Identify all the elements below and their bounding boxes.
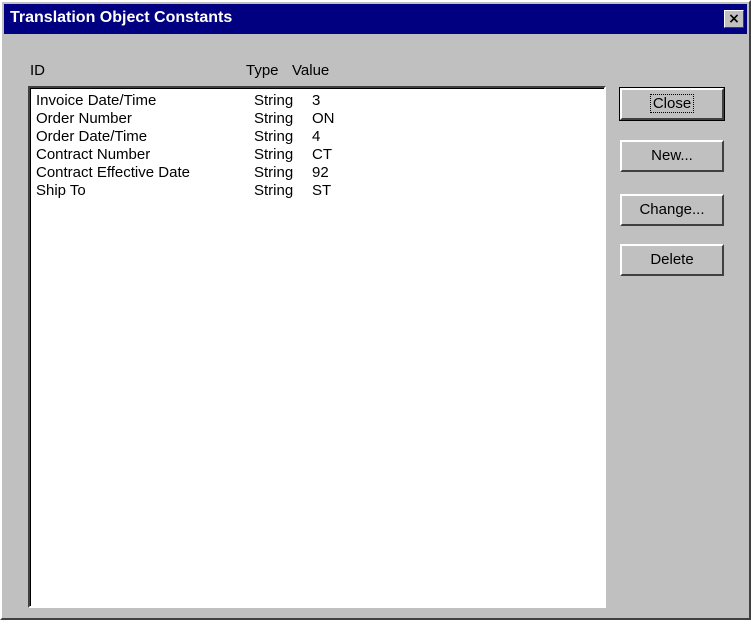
constant-value: ST	[312, 182, 332, 199]
list-item[interactable]: Ship To String ST	[36, 182, 596, 200]
delete-button[interactable]: Delete	[620, 244, 724, 276]
constant-type: String	[254, 128, 294, 145]
window-title: Translation Object Constants	[10, 9, 233, 26]
constant-value: 4	[312, 128, 321, 145]
constant-id: Contract Number	[36, 146, 151, 163]
constant-type: String	[254, 92, 294, 109]
new-button-label: New...	[651, 147, 693, 164]
constant-value: CT	[312, 146, 332, 163]
constant-value: ON	[312, 110, 335, 127]
constant-value: 3	[312, 92, 321, 109]
constant-type: String	[254, 110, 294, 127]
constant-id: Invoice Date/Time	[36, 92, 157, 109]
new-button[interactable]: New...	[620, 140, 724, 172]
constant-type: String	[254, 164, 294, 181]
change-button[interactable]: Change...	[620, 194, 724, 226]
close-icon[interactable]: ×	[724, 10, 744, 28]
list-item[interactable]: Invoice Date/Time String 3	[36, 92, 596, 110]
column-header-type: Type	[246, 62, 279, 79]
constant-id: Contract Effective Date	[36, 164, 190, 181]
constant-value: 92	[312, 164, 329, 181]
change-button-label: Change...	[639, 201, 705, 218]
constant-id: Order Date/Time	[36, 128, 148, 145]
constant-id: Order Number	[36, 110, 132, 127]
column-header-value: Value	[292, 62, 330, 79]
list-item[interactable]: Order Date/Time String 4	[36, 128, 596, 146]
constant-type: String	[254, 182, 294, 199]
title-bar[interactable]: Translation Object Constants ×	[4, 4, 747, 34]
list-item[interactable]: Contract Effective Date String 92	[36, 164, 596, 182]
delete-button-label: Delete	[650, 251, 694, 268]
translation-object-constants-dialog: Translation Object Constants × ID Type V…	[0, 0, 751, 620]
list-item[interactable]: Order Number String ON	[36, 110, 596, 128]
close-button-label: Close	[649, 94, 695, 113]
close-button[interactable]: Close	[619, 87, 725, 121]
constant-id: Ship To	[36, 182, 86, 199]
constant-type: String	[254, 146, 294, 163]
column-header-id: ID	[30, 62, 45, 79]
list-item[interactable]: Contract Number String CT	[36, 146, 596, 164]
constants-list[interactable]: Invoice Date/Time String 3 Order Number …	[28, 86, 606, 608]
